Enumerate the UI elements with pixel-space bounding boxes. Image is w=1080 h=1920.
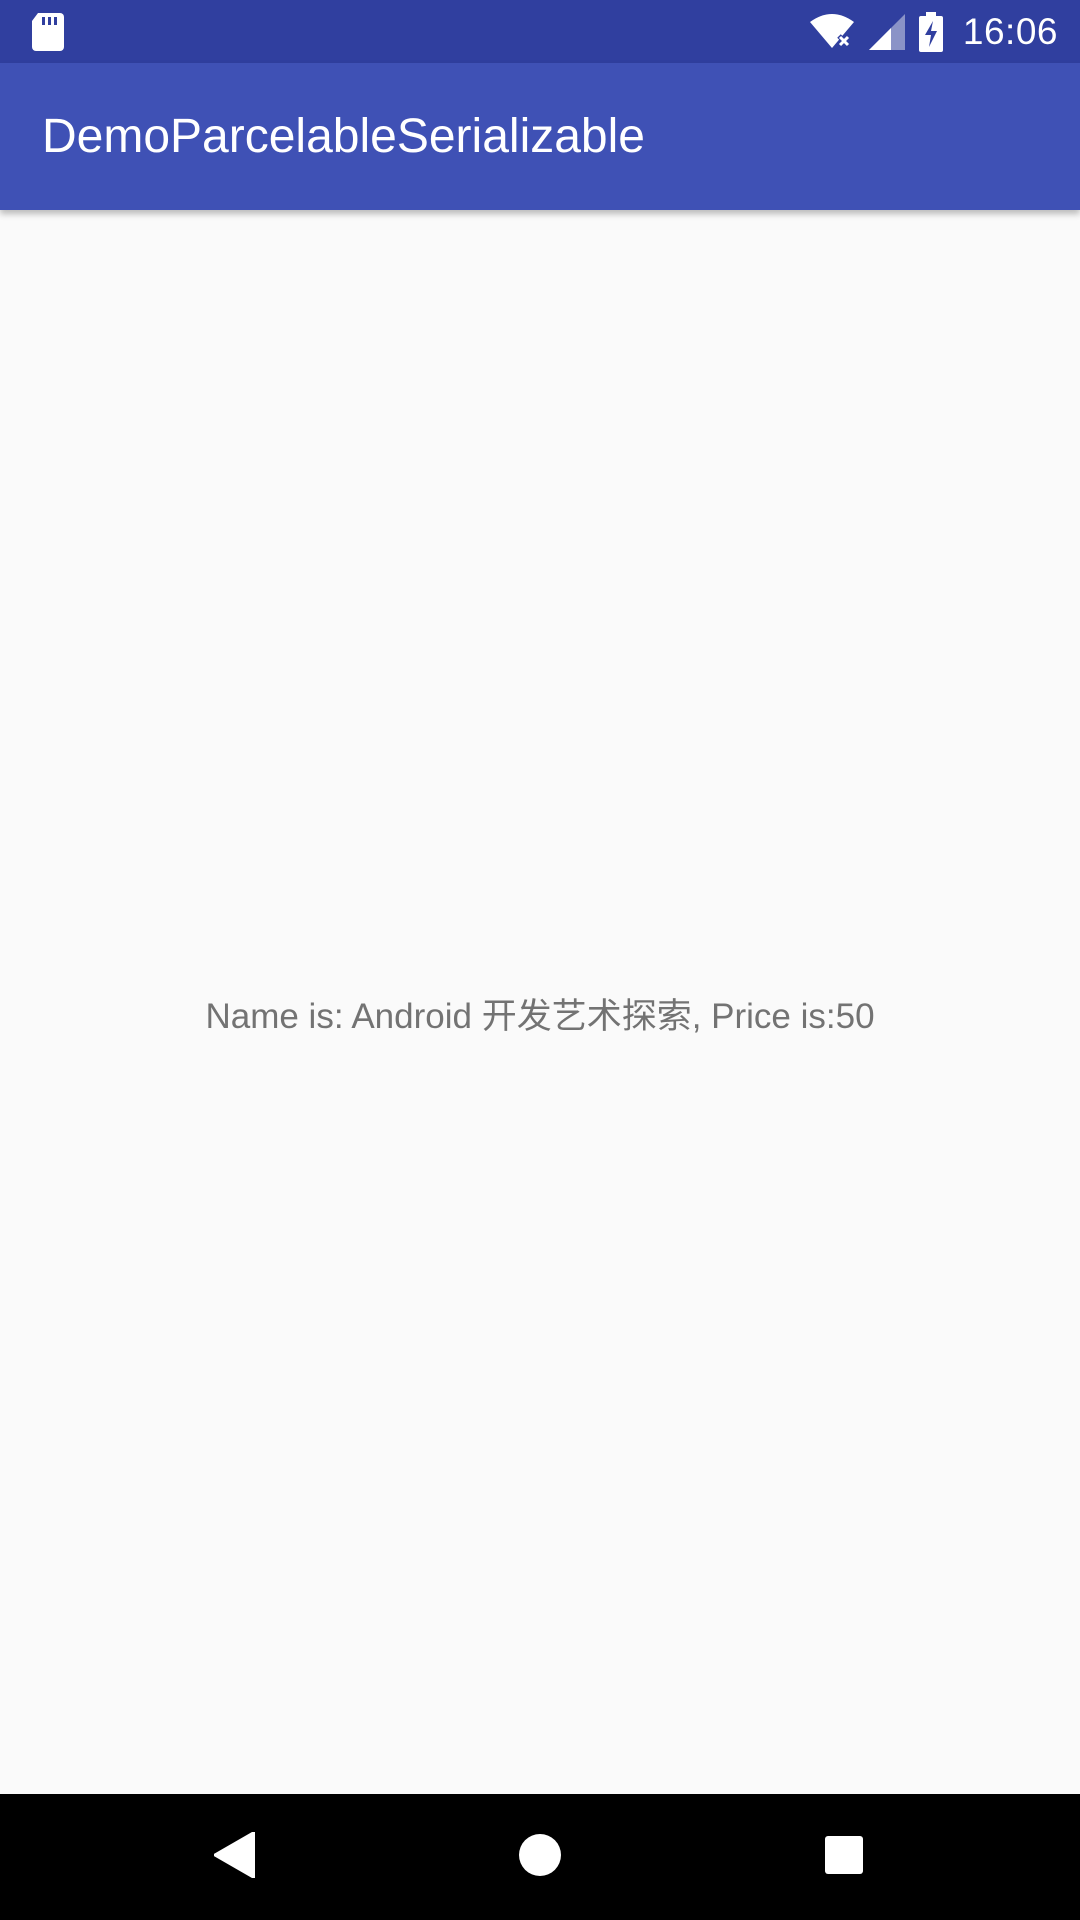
back-button[interactable] (172, 1794, 298, 1920)
wifi-icon (809, 13, 855, 50)
status-icons: 16:06 (809, 0, 1058, 63)
home-icon (518, 1833, 562, 1882)
recents-icon (824, 1835, 864, 1880)
status-bar: 16:06 (0, 0, 1080, 63)
status-clock: 16:06 (962, 10, 1058, 52)
navigation-bar (0, 1794, 1080, 1920)
app-toolbar: DemoParcelableSerializable (0, 63, 1080, 210)
signal-icon (868, 13, 905, 50)
app-screen: 16:06 DemoParcelableSerializable Name is… (0, 0, 1080, 1920)
home-button[interactable] (477, 1794, 603, 1920)
book-info-text: Name is: Android 开发艺术探索, Price is:50 (205, 996, 875, 1036)
recents-button[interactable] (781, 1794, 907, 1920)
main-content: Name is: Android 开发艺术探索, Price is:50 (0, 210, 1080, 1794)
back-icon (213, 1830, 256, 1883)
sd-card-icon (32, 13, 64, 51)
app-title: DemoParcelableSerializable (42, 110, 645, 163)
battery-charging-icon (918, 11, 943, 52)
